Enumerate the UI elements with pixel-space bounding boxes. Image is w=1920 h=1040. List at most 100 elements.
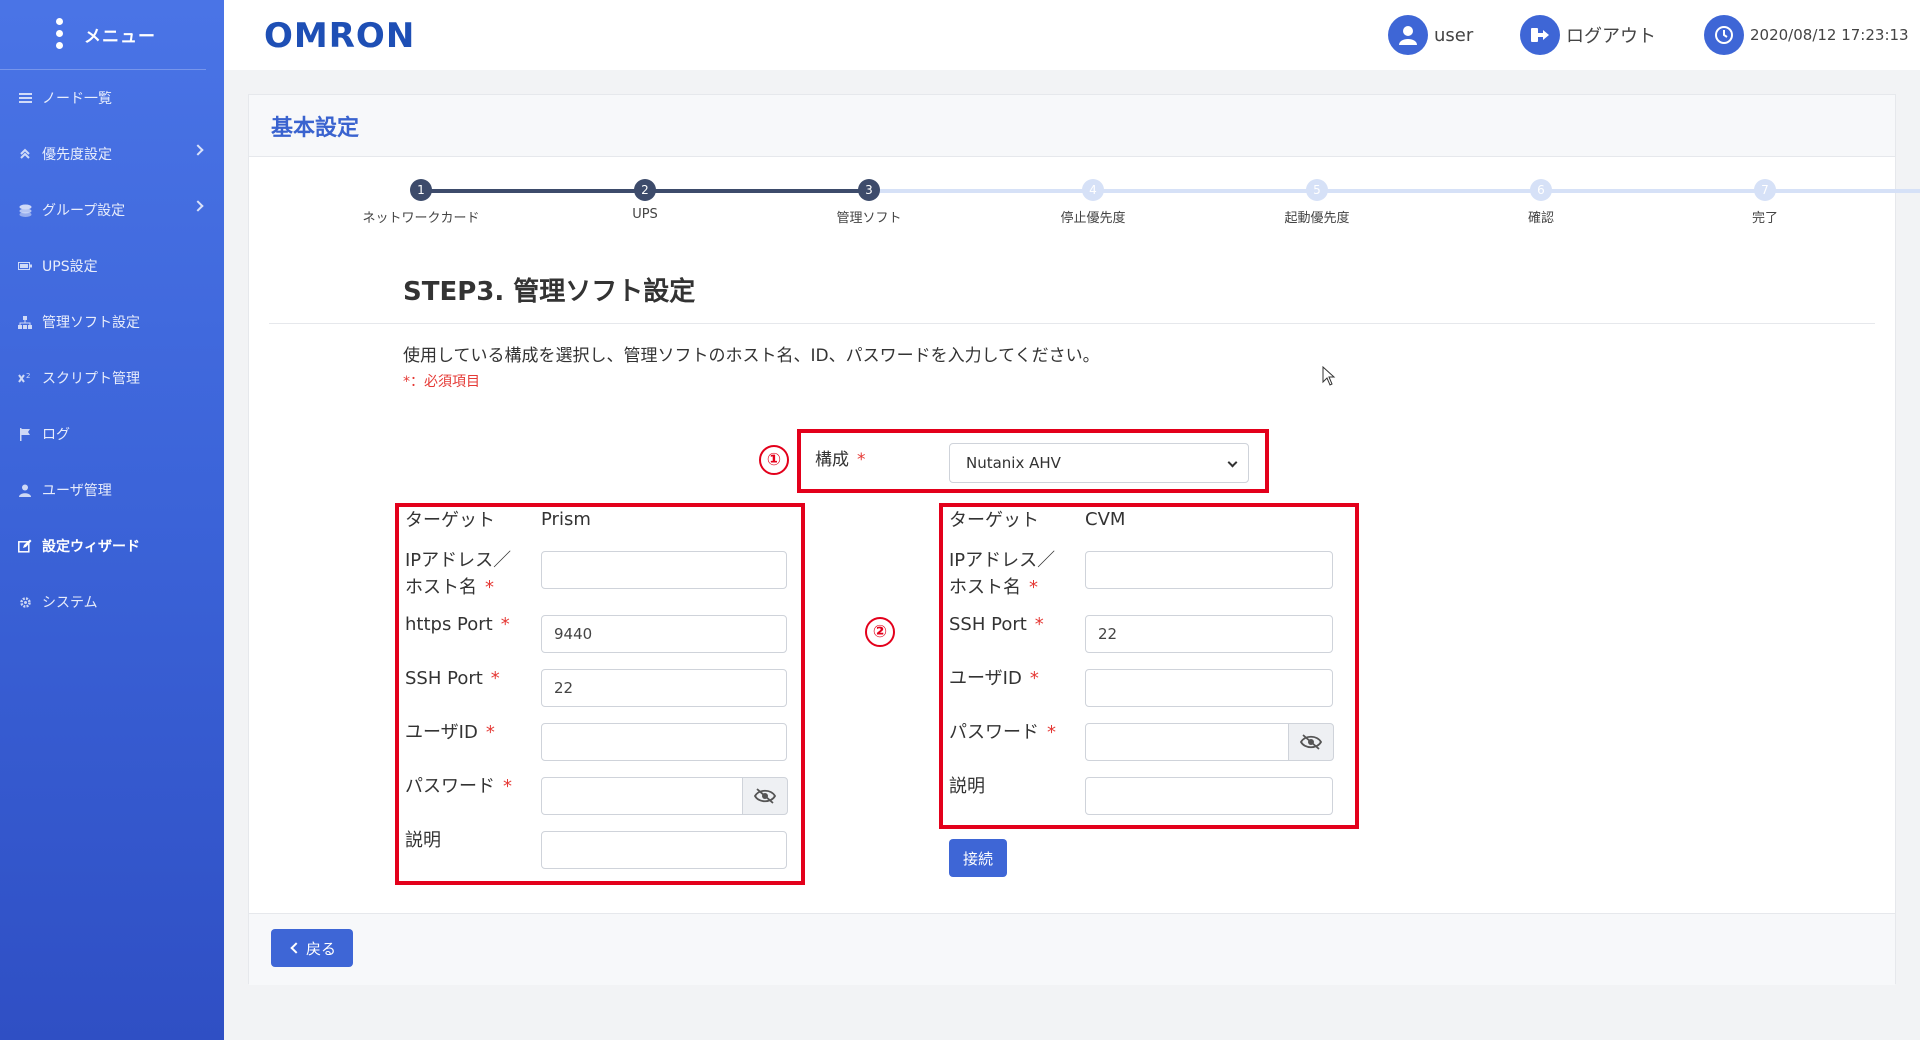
- required-mark: *: [1029, 577, 1038, 598]
- prism-desc-label: 説明: [405, 830, 441, 851]
- cvm-ip-label-line2: ホスト名: [949, 577, 1021, 598]
- clock-icon: [1704, 15, 1744, 55]
- chevron-right-icon: [192, 144, 204, 156]
- sidebar-nav: ノード一覧 優先度設定 グループ設定 UPS設定 管理ソフト設定 2 スクリプト…: [0, 70, 224, 630]
- back-button[interactable]: 戻る: [271, 929, 353, 967]
- required-mark: *: [1047, 722, 1056, 743]
- sidebar-title: メニュー: [84, 27, 156, 47]
- sidebar-item-system[interactable]: システム: [0, 574, 224, 630]
- step-label: 起動優先度: [1284, 211, 1350, 226]
- prism-ip-label: IPアドレス／ ホスト名 *: [405, 547, 511, 601]
- sidebar-item-management-soft[interactable]: 管理ソフト設定: [0, 294, 224, 350]
- prism-password-input[interactable]: [541, 777, 743, 815]
- annotation-1: ①: [759, 445, 789, 475]
- main-card: 基本設定 1 ネットワークカード 2 UPS 3 管理ソフト 4 停止優先度 5…: [248, 94, 1920, 985]
- cvm-desc-label: 説明: [949, 776, 985, 797]
- required-mark: *: [1034, 614, 1044, 635]
- prism-https-port-input[interactable]: 9440: [541, 615, 787, 653]
- logout-icon: [1520, 15, 1560, 55]
- step-number: 4: [1082, 179, 1104, 201]
- prism-https-label-text: https Port: [405, 614, 493, 635]
- sidebar-item-label: UPS設定: [42, 259, 98, 275]
- cvm-userid-input[interactable]: [1085, 669, 1333, 707]
- sidebar-item-node-list[interactable]: ノード一覧: [0, 70, 224, 126]
- instructions: 使用している構成を選択し、管理ソフトのホスト名、ID、パスワードを入力してくださ…: [403, 346, 1100, 366]
- prism-description-input[interactable]: [541, 831, 787, 869]
- step-number: 5: [1306, 179, 1328, 201]
- cvm-target-value: CVM: [1085, 509, 1126, 530]
- step-label: 確認: [1527, 211, 1554, 226]
- step-5: 5 起動優先度: [1237, 175, 1397, 226]
- annotation-2: ②: [865, 617, 895, 647]
- step-title: STEP3. 管理ソフト設定: [403, 277, 696, 307]
- kebab-menu-icon: [56, 18, 64, 49]
- prism-userid-input[interactable]: [541, 723, 787, 761]
- cvm-password-label: パスワード *: [949, 719, 1056, 746]
- step-6: 6 確認: [1461, 175, 1621, 226]
- cvm-userid-label: ユーザID *: [949, 665, 1039, 692]
- sidebar-item-label: 優先度設定: [42, 147, 112, 163]
- card-footer: [249, 913, 1895, 985]
- user-menu[interactable]: user: [1388, 14, 1473, 56]
- edit-icon: [18, 539, 32, 553]
- divider: [269, 323, 1875, 324]
- cvm-password-input[interactable]: [1085, 723, 1289, 761]
- sidebar-header[interactable]: メニュー: [0, 0, 206, 70]
- sidebar-item-script[interactable]: 2 スクリプト管理: [0, 350, 224, 406]
- prism-target-value: Prism: [541, 509, 591, 530]
- sidebar-item-setup-wizard[interactable]: 設定ウィザード: [0, 518, 224, 574]
- required-mark: *: [500, 614, 510, 635]
- sidebar-item-label: スクリプト管理: [42, 371, 140, 387]
- config-select[interactable]: Nutanix AHV: [949, 443, 1249, 483]
- sidebar-item-label: グループ設定: [42, 203, 126, 219]
- omron-logo: OMRON: [264, 16, 416, 56]
- script-icon: 2: [18, 371, 32, 385]
- chevron-right-icon: [192, 200, 204, 212]
- card-header: 基本設定: [249, 95, 1895, 157]
- svg-text:2: 2: [26, 372, 30, 380]
- step-label: UPS: [632, 207, 658, 222]
- cvm-description-input[interactable]: [1085, 777, 1333, 815]
- prism-ip-label-line1: IPアドレス／: [405, 550, 512, 571]
- sidebar-item-ups[interactable]: UPS設定: [0, 238, 224, 294]
- sidebar-item-label: ノード一覧: [42, 91, 112, 107]
- prism-ip-label-line2: ホスト名: [405, 577, 477, 598]
- layers-icon: [18, 203, 32, 217]
- config-label: 構成 *: [815, 445, 866, 470]
- step-number: 2: [634, 179, 656, 201]
- sidebar-item-user-management[interactable]: ユーザ管理: [0, 462, 224, 518]
- prism-ssh-port-input[interactable]: 22: [541, 669, 787, 707]
- prism-userid-label-text: ユーザID: [405, 722, 478, 743]
- config-selected-value: Nutanix AHV: [966, 454, 1061, 472]
- step-label: 停止優先度: [1060, 211, 1126, 226]
- top-header: OMRON user ログアウト 2020/08/12 17:23:13: [224, 0, 1920, 70]
- sidebar-item-group[interactable]: グループ設定: [0, 182, 224, 238]
- step-1: 1 ネットワークカード: [341, 175, 501, 226]
- cvm-ssh-port-input[interactable]: 22: [1085, 615, 1333, 653]
- prism-https-label: https Port *: [405, 611, 510, 638]
- cvm-password-toggle[interactable]: [1288, 723, 1334, 761]
- cvm-target-label: ターゲット: [949, 510, 1039, 531]
- logout-button[interactable]: ログアウト: [1520, 14, 1656, 56]
- prism-ip-input[interactable]: [541, 551, 787, 589]
- cvm-ip-label-line1: IPアドレス／: [949, 550, 1056, 571]
- flag-icon: [18, 427, 32, 441]
- cvm-ip-input[interactable]: [1085, 551, 1333, 589]
- connect-button[interactable]: 接続: [949, 839, 1007, 877]
- cvm-ssh-label: SSH Port *: [949, 611, 1044, 638]
- sidebar-item-priority[interactable]: 優先度設定: [0, 126, 224, 182]
- back-button-label: 戻る: [305, 939, 336, 958]
- sidebar-item-log[interactable]: ログ: [0, 406, 224, 462]
- prism-ssh-label: SSH Port *: [405, 665, 500, 692]
- page-title: 基本設定: [271, 115, 360, 141]
- prism-password-toggle[interactable]: [742, 777, 788, 815]
- priority-icon: [18, 147, 32, 161]
- step-label: ネットワークカード: [362, 211, 480, 226]
- step-2: 2 UPS: [565, 175, 725, 222]
- prism-ssh-label-text: SSH Port: [405, 668, 483, 689]
- prism-target-label: ターゲット: [405, 510, 495, 531]
- wizard-stepper: 1 ネットワークカード 2 UPS 3 管理ソフト 4 停止優先度 5 起動優先…: [249, 175, 1920, 235]
- step-4: 4 停止優先度: [1013, 175, 1173, 226]
- battery-icon: [18, 259, 32, 273]
- step-label: 管理ソフト: [836, 211, 902, 226]
